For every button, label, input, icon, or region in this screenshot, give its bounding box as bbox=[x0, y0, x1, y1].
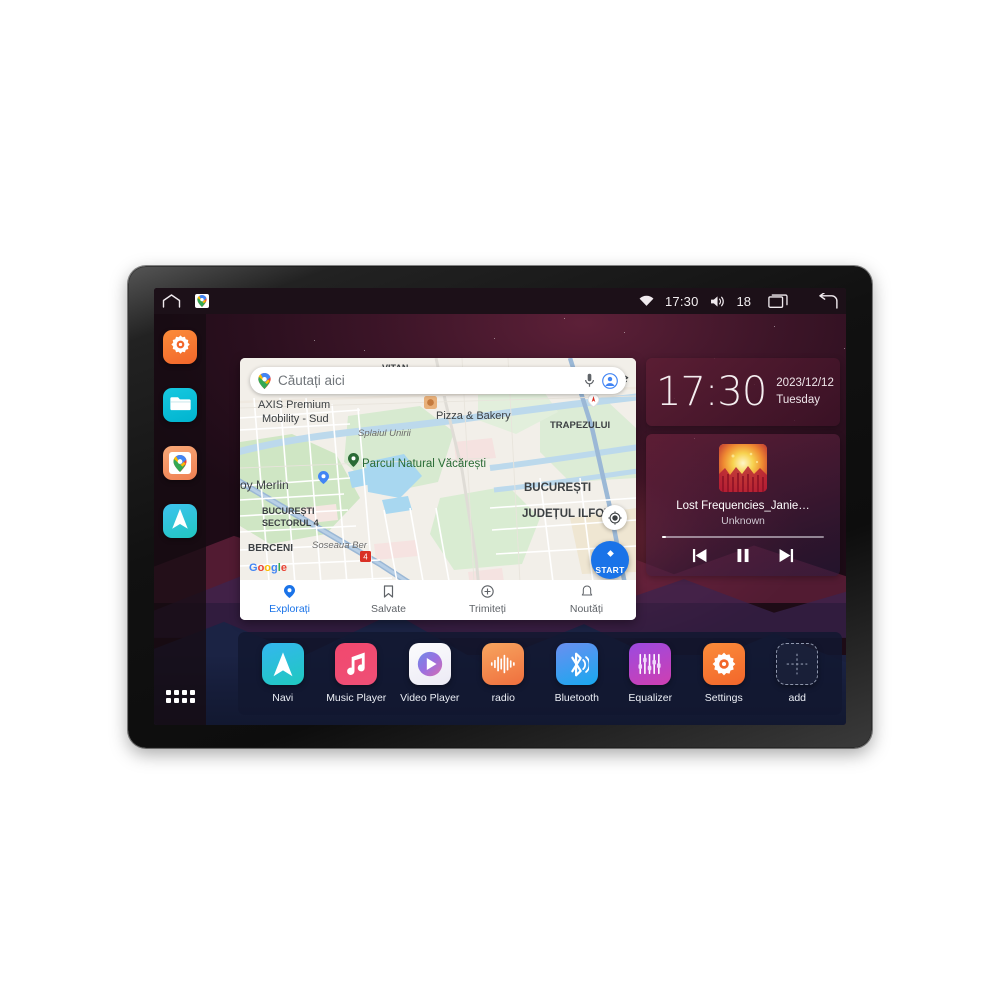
contribute-plus-icon bbox=[481, 585, 494, 601]
track-artist: Unknown bbox=[721, 515, 765, 527]
dock-app-music-player[interactable]: Music Player bbox=[324, 643, 388, 704]
play-circle-icon bbox=[408, 643, 451, 685]
volume-level: 18 bbox=[736, 293, 751, 309]
statusbar-clock: 17:30 bbox=[664, 293, 699, 309]
dock-app-label: Bluetooth bbox=[554, 692, 599, 704]
bluetooth-icon bbox=[555, 643, 598, 685]
map-bottom-nav: Explorați Salvate Trimiteți Noutăți bbox=[240, 580, 636, 620]
poi-marker-park bbox=[348, 453, 359, 472]
playback-progress-bar[interactable] bbox=[662, 536, 824, 538]
radio-waveform-icon bbox=[482, 643, 525, 685]
map-search-input[interactable]: Căutați aici bbox=[278, 373, 577, 388]
clock-widget[interactable]: 17:30 2023/12/12 Tuesday bbox=[646, 358, 840, 426]
gear-icon bbox=[702, 643, 745, 685]
equalizer-sliders-icon bbox=[629, 643, 672, 685]
account-avatar-icon[interactable] bbox=[602, 372, 618, 389]
left-app-rail bbox=[154, 314, 206, 725]
dock-app-label: Equalizer bbox=[628, 692, 673, 704]
music-note-icon bbox=[335, 643, 378, 685]
poi-marker-pin bbox=[587, 393, 600, 412]
google-maps-icon bbox=[169, 452, 191, 474]
map-nav-label: Salvate bbox=[370, 603, 407, 615]
wallpaper-star bbox=[564, 318, 565, 319]
add-plus-icon bbox=[776, 643, 819, 685]
wallpaper-star bbox=[774, 326, 775, 327]
wallpaper-star bbox=[844, 348, 845, 349]
google-maps-icon[interactable] bbox=[195, 294, 209, 308]
dock-app-radio[interactable]: radio bbox=[471, 643, 535, 704]
music-widget[interactable]: Lost Frequencies_Janie… Unknown bbox=[646, 434, 840, 576]
app-dock: Navi Music Player Video Player radio Blu… bbox=[238, 632, 842, 715]
dock-app-settings[interactable]: Settings bbox=[692, 643, 756, 704]
album-art bbox=[719, 444, 767, 492]
dock-app-label: Video Player bbox=[400, 692, 460, 704]
home-icon[interactable] bbox=[162, 294, 181, 308]
car-head-unit-device: 17:30 18 4 AXIS Premium Mobility - Sud P… bbox=[128, 266, 872, 748]
rail-item-settings[interactable] bbox=[163, 330, 197, 364]
wallpaper-star bbox=[314, 340, 315, 341]
gear-icon bbox=[170, 334, 191, 360]
google-attribution: Google bbox=[249, 562, 287, 574]
dock-app-label: Music Player bbox=[326, 692, 387, 704]
recents-icon[interactable] bbox=[768, 293, 789, 309]
clock-time: 17:30 bbox=[656, 369, 767, 415]
start-button-label: START bbox=[595, 564, 625, 575]
dock-app-equalizer[interactable]: Equalizer bbox=[618, 643, 682, 704]
map-nav-contribute[interactable]: Trimiteți bbox=[438, 585, 537, 615]
google-maps-pin-icon bbox=[258, 372, 271, 389]
explore-pin-icon bbox=[284, 585, 295, 601]
dock-app-bluetooth[interactable]: Bluetooth bbox=[545, 643, 609, 704]
track-title: Lost Frequencies_Janie… bbox=[676, 500, 810, 512]
start-navigation-button[interactable]: START bbox=[591, 541, 629, 579]
rail-item-navi[interactable] bbox=[163, 504, 197, 538]
volume-icon bbox=[710, 295, 726, 308]
clock-date: 2023/12/12 bbox=[776, 377, 834, 390]
screen: 17:30 18 4 AXIS Premium Mobility - Sud P… bbox=[154, 288, 846, 725]
dock-app-label: Settings bbox=[704, 692, 743, 704]
map-nav-label: Trimiteți bbox=[469, 603, 506, 615]
dock-app-add[interactable]: add bbox=[765, 643, 829, 704]
rail-item-google-maps[interactable] bbox=[163, 446, 197, 480]
poi-marker-restaurant bbox=[424, 396, 437, 414]
pause-icon[interactable] bbox=[736, 548, 750, 563]
navigate-diamond-icon bbox=[603, 546, 618, 566]
map-nav-explore[interactable]: Explorați bbox=[240, 585, 339, 615]
app-drawer-icon[interactable] bbox=[165, 690, 195, 703]
rail-item-files[interactable] bbox=[163, 388, 197, 422]
bookmark-icon bbox=[383, 585, 394, 601]
wallpaper-star bbox=[364, 350, 365, 351]
dock-app-video-player[interactable]: Video Player bbox=[398, 643, 462, 704]
map-nav-saved[interactable]: Salvate bbox=[339, 585, 438, 615]
dock-app-label: add bbox=[788, 692, 807, 704]
map-nav-label: Noutăți bbox=[569, 603, 604, 615]
dock-app-label: Navi bbox=[272, 692, 294, 704]
skip-next-icon[interactable] bbox=[778, 548, 795, 563]
my-location-icon[interactable] bbox=[602, 505, 627, 530]
navigation-arrow-icon bbox=[170, 508, 190, 535]
status-bar: 17:30 18 bbox=[154, 288, 846, 314]
poi-marker-store bbox=[318, 471, 329, 489]
clock-weekday: Tuesday bbox=[776, 394, 820, 406]
folder-icon bbox=[169, 394, 191, 417]
navigation-arrow-icon bbox=[261, 643, 304, 685]
dock-app-navi[interactable]: Navi bbox=[251, 643, 315, 704]
skip-previous-icon[interactable] bbox=[691, 548, 708, 563]
wallpaper-star bbox=[624, 332, 625, 333]
wifi-icon bbox=[639, 295, 654, 307]
bell-icon bbox=[581, 585, 593, 601]
svg-text:4: 4 bbox=[363, 553, 368, 562]
microphone-icon[interactable] bbox=[584, 373, 595, 388]
map-nav-label: Explorați bbox=[269, 603, 310, 615]
dock-app-label: radio bbox=[491, 692, 515, 704]
map-nav-updates[interactable]: Noutăți bbox=[537, 585, 636, 615]
map-search-bar[interactable]: Căutați aici bbox=[250, 367, 626, 394]
wallpaper-star bbox=[494, 338, 495, 339]
back-icon[interactable] bbox=[816, 293, 838, 309]
google-maps-widget[interactable]: 4 VITANAXIS PremiumMobility - SudPizza &… bbox=[240, 358, 636, 620]
